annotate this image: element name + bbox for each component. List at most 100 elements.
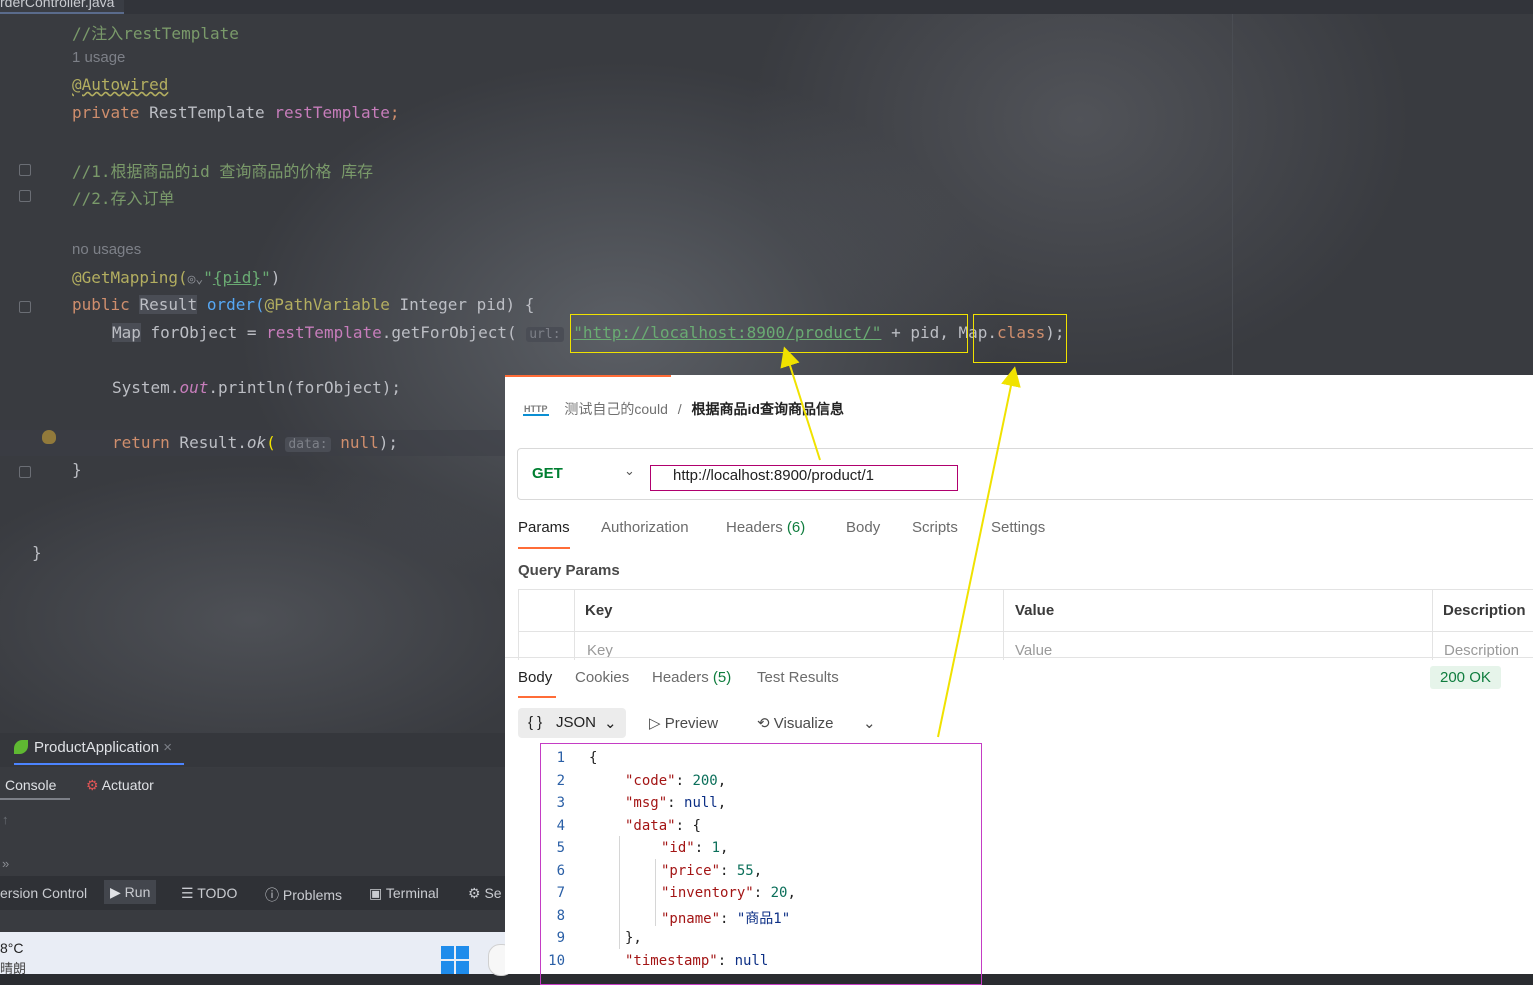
url-input[interactable]: http://localhost:8900/product/1	[650, 465, 958, 491]
close-brace-method: }	[72, 460, 82, 479]
preview-button[interactable]: ▷ Preview	[649, 714, 718, 732]
file-tab-ordercontroller[interactable]: rderController.java	[0, 0, 125, 14]
println-b: .println(forObject);	[208, 378, 401, 397]
indent-guide	[619, 836, 620, 949]
status-badge[interactable]: 200 OK	[1430, 666, 1501, 689]
resp-tab-headers[interactable]: Headers (5)	[652, 669, 731, 686]
breadcrumb-separator: /	[677, 401, 682, 417]
tool-services[interactable]: ⚙ Se	[468, 885, 502, 902]
editor-tab-bar: rderController.java	[0, 0, 1533, 14]
json-punct: ,	[717, 772, 727, 789]
tab-body-label: Body	[846, 519, 881, 536]
code-line-getmapping: @GetMapping(◎⌄"{pid}")	[72, 268, 281, 287]
expand-icon[interactable]: »	[2, 856, 9, 871]
json-line: "timestamp": null	[625, 952, 769, 969]
type-result: Result	[139, 295, 198, 314]
resp-tab-body-label: Body	[518, 669, 553, 686]
format-label: JSON	[556, 714, 597, 731]
visualize-button[interactable]: ⟲ Visualize	[757, 714, 834, 732]
visualize-label: Visualize	[773, 715, 834, 732]
mapping-path: {pid}	[212, 268, 262, 287]
fold-marker[interactable]	[19, 164, 31, 176]
tool-todo[interactable]: ☰ TODO	[181, 885, 237, 902]
json-key: "data"	[625, 817, 676, 834]
chevron-down-icon[interactable]: ⌄	[624, 463, 635, 479]
method-select[interactable]: GET	[532, 465, 563, 482]
resp-tab-body[interactable]: Body	[518, 669, 552, 686]
code-line-comment2: //2.存入订单	[72, 189, 175, 208]
tool-problems[interactable]: ⓘ Problems	[265, 885, 342, 905]
no-usages-hint: no usages	[72, 241, 142, 258]
tab-authorization[interactable]: Authorization	[601, 519, 689, 536]
http-icon: HTTP	[523, 404, 549, 417]
close-icon[interactable]: ×	[163, 739, 172, 756]
response-divider[interactable]	[505, 657, 1533, 658]
tool-run[interactable]: ▶ Run	[104, 880, 157, 904]
tool-terminal[interactable]: ▣ Terminal	[369, 885, 439, 902]
globe-icon[interactable]: ◎⌄	[188, 272, 204, 287]
code-line-return: return Result.ok( data: null);	[112, 433, 398, 452]
resp-body-tab-underline	[518, 696, 556, 698]
tab-headers-count: (6)	[786, 519, 806, 536]
json-value: {	[692, 817, 701, 834]
console-scroll-up-icon[interactable]: ↑	[2, 812, 9, 827]
keyword-null: null	[340, 433, 379, 452]
json-value: null	[684, 795, 718, 811]
tool-terminal-label: Terminal	[385, 885, 439, 901]
tab-settings[interactable]: Settings	[991, 519, 1045, 536]
run-icon: ▶	[110, 884, 121, 900]
breadcrumb-request[interactable]: 根据商品id查询商品信息	[692, 401, 844, 417]
fold-marker[interactable]	[19, 466, 31, 478]
tool-run-label: Run	[124, 884, 151, 900]
resp-tab-test-results[interactable]: Test Results	[757, 669, 839, 686]
tab-params[interactable]: Params	[518, 519, 570, 536]
tool-version-control[interactable]: ersion Control	[0, 885, 87, 901]
weather-temp[interactable]: 8°C	[0, 940, 24, 956]
tab-scripts[interactable]: Scripts	[912, 519, 958, 536]
code-line-comment-inject: //注入restTemplate	[72, 24, 239, 43]
visualize-chevron-icon[interactable]: ⌄	[863, 714, 876, 732]
editor-gutter	[0, 14, 38, 734]
json-line: "data": {	[625, 817, 701, 834]
request-url-bar: GET ⌄ http://localhost:8900/product/1	[517, 448, 1533, 500]
tab-actuator[interactable]: ⚙ Actuator	[86, 777, 154, 794]
keyword-return: return	[112, 433, 170, 452]
method-ok: ok	[246, 433, 267, 452]
json-line: "inventory": 20,	[661, 885, 796, 901]
windows-start-icon[interactable]	[441, 946, 469, 974]
column-header-key: Key	[585, 602, 613, 619]
keyword-public: public	[72, 295, 130, 314]
tool-services-label: Se	[484, 885, 502, 901]
postman-window: HTTP 测试自己的could / 根据商品id查询商品信息 GET ⌄ htt…	[505, 375, 1533, 985]
windows-taskbar: 8°C 晴朗	[0, 932, 505, 976]
json-value: 200	[692, 772, 718, 789]
var-decl: forObject =	[140, 323, 267, 342]
code-line-field: private RestTemplate restTemplate;	[72, 103, 400, 122]
tab-headers[interactable]: Headers (6)	[726, 519, 805, 536]
paren-open: (	[266, 433, 276, 452]
fold-marker[interactable]	[19, 190, 31, 202]
breadcrumb-collection[interactable]: 测试自己的could	[564, 401, 667, 417]
line-number: 3	[556, 795, 565, 811]
format-select[interactable]: { } JSON ⌄	[518, 708, 626, 738]
info-icon: ⓘ	[265, 887, 279, 903]
run-tab-productapplication[interactable]: ProductApplication ×	[14, 739, 185, 765]
json-key: "inventory"	[661, 885, 754, 901]
tab-scripts-label: Scripts	[912, 519, 958, 536]
services-icon: ⚙	[468, 885, 481, 901]
resp-tab-cookies-label: Cookies	[575, 669, 630, 686]
json-key: "timestamp"	[625, 952, 718, 969]
result-call: Result.	[169, 433, 247, 452]
weather-condition: 晴朗	[0, 961, 27, 976]
return-close: );	[378, 433, 398, 452]
annotation-pathvariable: @PathVariable	[264, 295, 390, 314]
tab-console[interactable]: Console	[5, 777, 56, 793]
response-json-viewer[interactable]: 1 {2 "code": 200, 3 "msg": null, 4 "data": {5 "…	[540, 743, 982, 985]
usage-hint[interactable]: 1 usage	[72, 49, 125, 66]
fold-marker[interactable]	[19, 301, 31, 313]
actuator-icon: ⚙	[86, 777, 99, 793]
tool-todo-label: TODO	[197, 885, 238, 901]
tab-body[interactable]: Body	[846, 519, 880, 536]
resp-tab-cookies[interactable]: Cookies	[575, 669, 629, 686]
json-value: 1	[711, 840, 721, 856]
